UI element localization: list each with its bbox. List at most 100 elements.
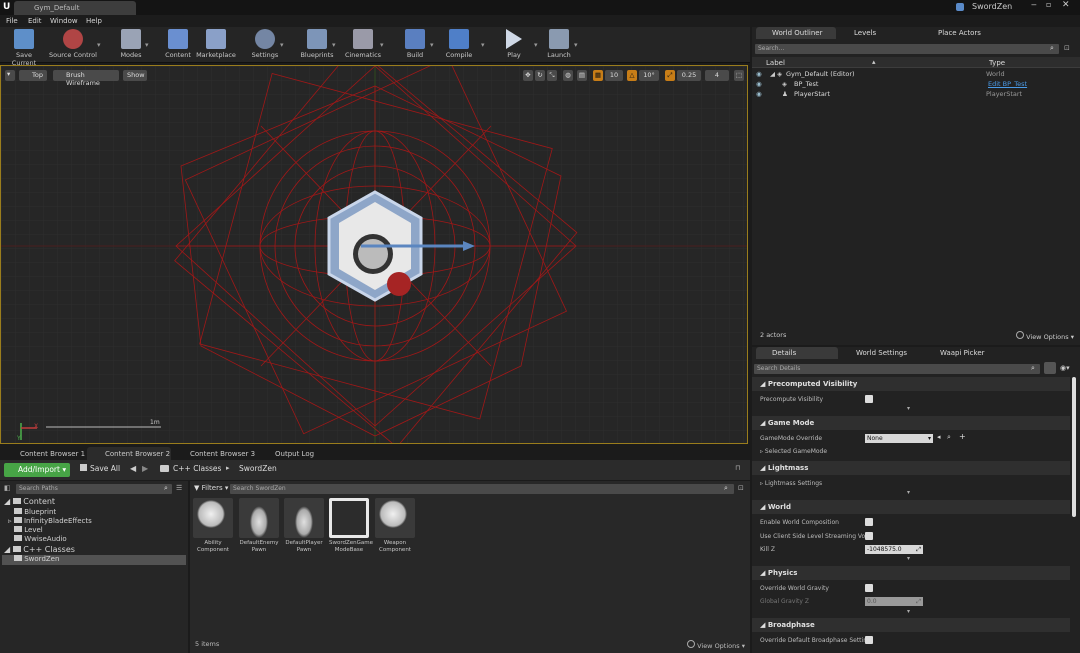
tree-item-content[interactable]: ◢ Content xyxy=(4,497,55,506)
browse-icon[interactable]: ⌕ xyxy=(947,433,951,442)
chevron-down-icon[interactable]: ▾ xyxy=(97,41,101,49)
camera-speed-button[interactable]: 4 xyxy=(705,70,729,81)
search-icon[interactable]: ⌕ xyxy=(724,484,728,493)
scale-icon[interactable]: ⤡ xyxy=(547,70,557,81)
compile-button[interactable]: Compile xyxy=(443,29,475,59)
asset-defaultenemy-pawn[interactable]: DefaultEnemy Pawn xyxy=(239,498,279,554)
tree-item-wwiseaudio[interactable]: WwiseAudio xyxy=(14,535,67,543)
sources-toggle-icon[interactable]: ◧ xyxy=(4,484,11,492)
unreal-logo-icon[interactable]: U xyxy=(3,2,10,12)
eye-icon[interactable]: ◉ xyxy=(756,90,762,98)
asset-defaultplayer-pawn[interactable]: DefaultPlayer Pawn xyxy=(284,498,324,554)
rotation-snap-icon[interactable]: △ xyxy=(627,70,637,81)
tab-content-browser-1[interactable]: Content Browser 1 xyxy=(2,447,86,460)
details-search-input[interactable]: Search Details xyxy=(754,364,1040,374)
chevron-down-icon[interactable]: ▾ xyxy=(907,405,910,412)
launch-button[interactable]: Launch xyxy=(544,29,574,59)
menu-help[interactable]: Help xyxy=(86,17,102,25)
source-control-button[interactable]: Source Control xyxy=(48,29,98,59)
play-button[interactable]: Play xyxy=(500,29,528,59)
view-mode-button[interactable]: Top xyxy=(19,70,47,81)
asset-weapon-component[interactable]: Weapon Component xyxy=(375,498,415,554)
section-broadphase[interactable]: ◢ Broadphase xyxy=(752,618,1070,632)
column-type[interactable]: Type xyxy=(989,59,1005,67)
tree-item-swordzen[interactable]: SwordZen xyxy=(2,555,186,565)
outliner-options-icon[interactable]: ⊡ xyxy=(1064,44,1070,52)
tree-item-level[interactable]: Level xyxy=(14,526,43,534)
tree-item-cpp-classes[interactable]: ◢ C++ Classes xyxy=(4,545,75,554)
blueprints-button[interactable]: Blueprints xyxy=(298,29,336,59)
global-gravity-z-input[interactable]: 0.0 ⤢ xyxy=(865,597,923,606)
menu-file[interactable]: File xyxy=(6,17,18,25)
search-icon[interactable]: ⌕ xyxy=(1031,364,1035,373)
tab-waapi-picker[interactable]: Waapi Picker xyxy=(924,347,1008,359)
asset-ability-component[interactable]: Ability Component xyxy=(193,498,233,554)
chevron-down-icon[interactable]: ▾ xyxy=(907,489,910,496)
asset-swordzengamemodebase[interactable]: SwordZenGame ModeBase xyxy=(329,498,373,554)
client-side-streaming-checkbox[interactable] xyxy=(865,532,873,540)
tab-place-actors[interactable]: Place Actors xyxy=(922,27,1006,39)
world-local-icon[interactable]: ◍ xyxy=(563,70,573,81)
rotation-snap-value[interactable]: 10° xyxy=(639,70,659,81)
outliner-search-input[interactable]: Search... xyxy=(755,44,1059,54)
search-assets-input[interactable]: Search SwordZen xyxy=(230,484,734,494)
eye-icon[interactable]: ◉ xyxy=(756,70,762,78)
menu-edit[interactable]: Edit xyxy=(28,17,42,25)
marketplace-button[interactable]: Marketplace xyxy=(195,29,237,59)
chevron-down-icon[interactable]: ▾ xyxy=(907,608,910,615)
outliner-row[interactable]: ◉ ♟ PlayerStart PlayerStart xyxy=(752,90,1080,100)
filters-button[interactable]: ▼ Filters ▾ xyxy=(194,484,228,492)
search-icon[interactable]: ⌕ xyxy=(164,484,168,493)
tab-levels[interactable]: Levels xyxy=(838,27,918,39)
override-broadphase-checkbox[interactable] xyxy=(865,636,873,644)
scale-snap-value[interactable]: 0.25 xyxy=(677,70,701,81)
chevron-down-icon[interactable]: ▾ xyxy=(574,41,578,49)
precompute-visibility-checkbox[interactable] xyxy=(865,395,873,403)
render-mode-button[interactable]: Brush Wireframe xyxy=(53,70,119,87)
rotate-icon[interactable]: ↻ xyxy=(535,70,545,81)
back-arrow-icon[interactable]: ◀ xyxy=(130,464,136,473)
minimize-icon[interactable]: ‒ xyxy=(1031,0,1037,10)
breadcrumb-swordzen[interactable]: SwordZen xyxy=(239,464,277,473)
section-world[interactable]: ◢ World xyxy=(752,500,1070,514)
settings-button[interactable]: Settings xyxy=(248,29,282,59)
lock-icon[interactable]: ⊓ xyxy=(735,464,740,472)
section-lightmass[interactable]: ◢ Lightmass xyxy=(752,461,1070,475)
modes-button[interactable]: Modes xyxy=(113,29,149,59)
eye-icon[interactable]: ◉▾ xyxy=(1060,364,1070,372)
close-icon[interactable]: ✕ xyxy=(1062,0,1070,10)
eye-icon[interactable]: ◉ xyxy=(756,80,762,88)
chevron-down-icon[interactable]: ▾ xyxy=(380,41,384,49)
view-options-button[interactable]: View Options ▾ xyxy=(1016,331,1074,341)
section-game-mode[interactable]: ◢ Game Mode xyxy=(752,416,1070,430)
property-label[interactable]: ▹ Lightmass Settings xyxy=(760,480,822,487)
override-world-gravity-checkbox[interactable] xyxy=(865,584,873,592)
build-button[interactable]: Build xyxy=(400,29,430,59)
arrow-left-icon[interactable]: ◂ xyxy=(937,433,941,441)
level-viewport[interactable]: 1m X Y ▾ Top Brush Wireframe Show ✥ ↻ ⤡ … xyxy=(0,65,748,444)
search-icon[interactable]: ⌕ xyxy=(1050,44,1054,53)
section-precomputed-visibility[interactable]: ◢ Precomputed Visibility xyxy=(752,377,1070,391)
assets-options-icon[interactable]: ⊡ xyxy=(738,484,744,492)
chevron-down-icon[interactable]: ▾ xyxy=(481,41,485,49)
grid-snap-icon[interactable]: ▦ xyxy=(593,70,603,81)
tree-item-blueprint[interactable]: Blueprint xyxy=(14,508,56,516)
edit-blueprint-link[interactable]: Edit BP_Test xyxy=(988,80,1027,88)
details-scrollbar[interactable] xyxy=(1072,377,1076,517)
enable-world-composition-checkbox[interactable] xyxy=(865,518,873,526)
column-label[interactable]: Label xyxy=(766,59,785,67)
tab-content-browser-2[interactable]: Content Browser 2 xyxy=(87,447,171,460)
outliner-row[interactable]: ◉ ◈ BP_Test Edit BP_Test xyxy=(752,80,1080,90)
scale-snap-icon[interactable]: ⤢ xyxy=(665,70,675,81)
chevron-down-icon[interactable]: ▾ xyxy=(430,41,434,49)
maximize-icon[interactable]: ▫ xyxy=(1046,0,1051,9)
tab-world-settings[interactable]: World Settings xyxy=(840,347,924,359)
tab-output-log[interactable]: Output Log xyxy=(257,447,341,460)
search-paths-input[interactable]: Search Paths xyxy=(16,484,172,494)
tab-world-outliner[interactable]: World Outliner xyxy=(756,27,836,39)
breadcrumb-cpp-classes[interactable]: C++ Classes xyxy=(173,464,221,473)
kill-z-input[interactable]: -1048575.0 ⤢ xyxy=(865,545,923,554)
content-button[interactable]: Content xyxy=(162,29,194,59)
chevron-down-icon[interactable]: ▾ xyxy=(145,41,149,49)
chevron-down-icon[interactable]: ▾ xyxy=(534,41,538,49)
